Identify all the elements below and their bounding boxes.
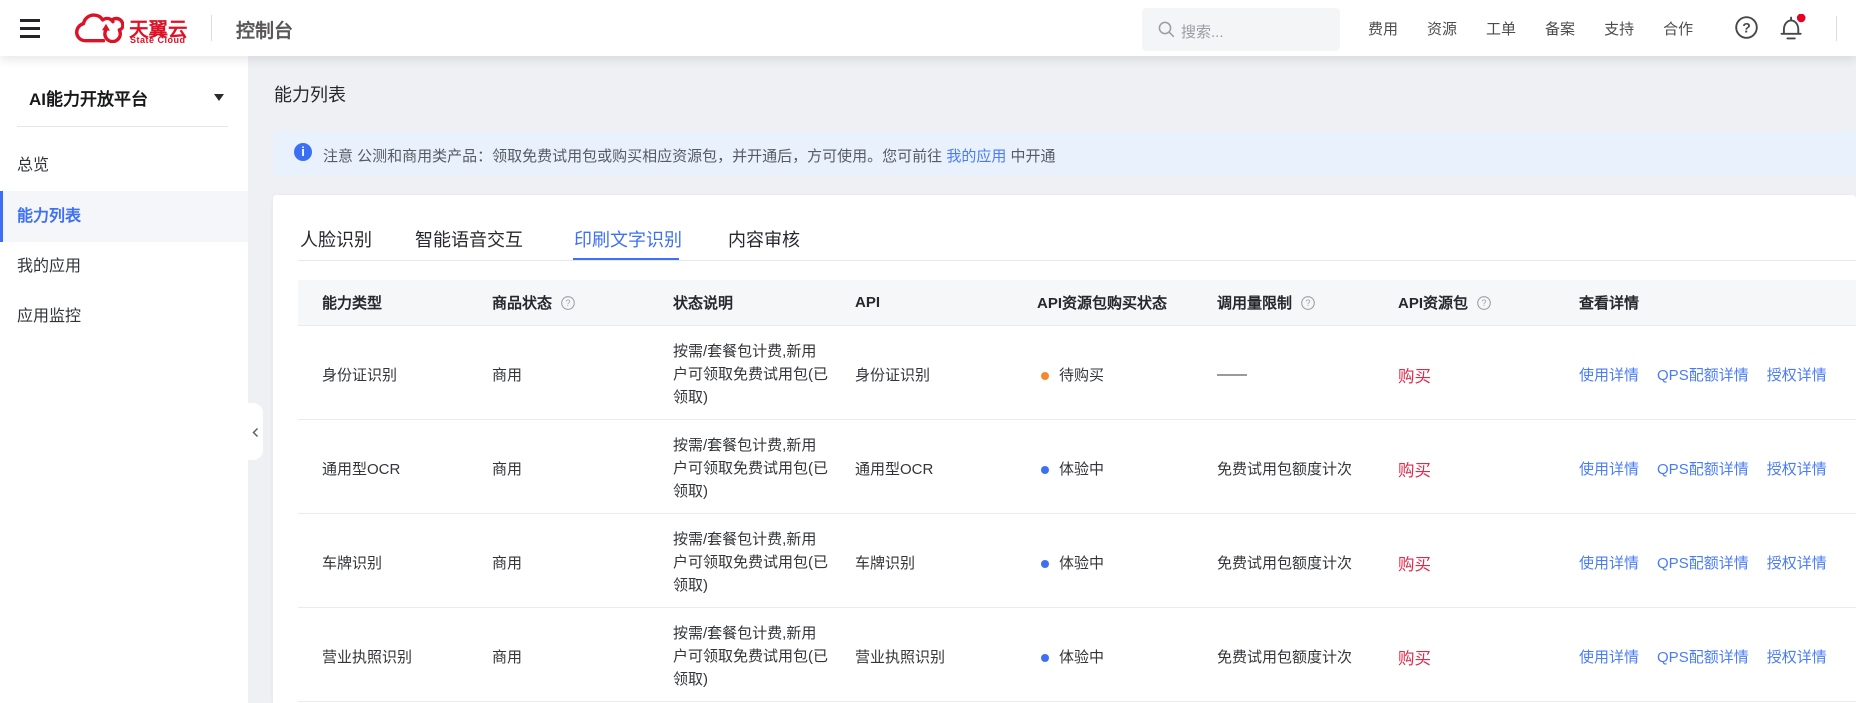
svg-text:?: ? xyxy=(1306,298,1311,308)
svg-text:?: ? xyxy=(566,298,571,308)
svg-text:?: ? xyxy=(1482,298,1487,308)
svg-text:?: ? xyxy=(1742,20,1751,36)
